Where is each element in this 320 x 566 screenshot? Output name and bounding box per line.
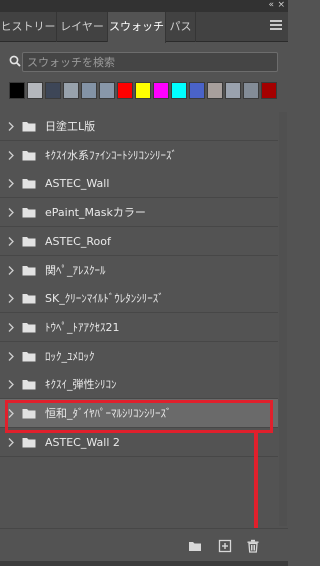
trash-icon[interactable] xyxy=(246,539,260,553)
tab-paths[interactable]: パス xyxy=(166,12,196,42)
tab-bar: ヒストリー レイヤー スウォッチ パス xyxy=(0,12,288,43)
color-swatch[interactable] xyxy=(117,82,133,99)
folder-label: ﾄｳﾍﾟ_ﾄｱｱｸｾｽ21 xyxy=(45,320,120,334)
color-swatch[interactable] xyxy=(99,82,115,99)
swatch-folder-row[interactable]: ASTEC_Roof xyxy=(0,226,278,256)
chevron-right-icon[interactable] xyxy=(7,207,15,218)
folder-label: ASTEC_Wall xyxy=(45,177,110,191)
search-icon xyxy=(9,55,21,67)
chevron-right-icon[interactable] xyxy=(7,379,15,390)
color-swatch[interactable] xyxy=(207,82,223,99)
folder-label: 日塗工L版 xyxy=(45,120,96,133)
highlight-connector xyxy=(254,433,258,531)
chevron-right-icon[interactable] xyxy=(7,178,15,189)
swatch-folder-row[interactable]: ASTEC_Wall xyxy=(0,169,278,199)
folder-icon xyxy=(22,236,36,247)
folder-label: ePaint_Maskカラー xyxy=(45,206,146,220)
chevron-right-icon[interactable] xyxy=(7,236,15,247)
folder-icon xyxy=(22,294,36,304)
folder-icon xyxy=(22,351,36,362)
panel-menu-icon[interactable] xyxy=(270,20,282,32)
bottom-toolbar xyxy=(0,528,288,561)
color-swatch[interactable] xyxy=(63,82,79,99)
swatch-folder-row[interactable]: ﾄｳﾍﾟ_ﾄｱｱｸｾｽ21 xyxy=(0,312,278,342)
swatch-folder-row[interactable]: ｷｸｽｲ_弾性ｼﾘｺﾝ xyxy=(0,370,278,400)
chevron-right-icon[interactable] xyxy=(7,437,15,448)
panel-resize-grip[interactable] xyxy=(0,561,288,566)
chevron-right-icon[interactable] xyxy=(7,293,15,304)
tab-layers[interactable]: レイヤー xyxy=(57,12,108,42)
swatch-folder-row[interactable]: ePaint_Maskカラー xyxy=(0,198,278,228)
search-input[interactable] xyxy=(22,52,278,72)
folder-icon xyxy=(22,322,36,333)
new-group-folder-icon[interactable] xyxy=(188,539,202,553)
folder-label: 関ﾍﾟ_ｱﾚｽｸｰﾙ xyxy=(45,263,106,277)
swatch-folder-list: 日塗工L版 ｷｸｽｲ水系ﾌｧｲﾝｺｰﾄｼﾘｺﾝｼﾘｰｽﾞ ASTEC_Wall ePa… xyxy=(0,112,278,526)
chevron-right-icon[interactable] xyxy=(7,121,15,132)
color-swatch[interactable] xyxy=(135,82,151,99)
folder-label: ｷｸｽｲ_弾性ｼﾘｺﾝ xyxy=(45,378,117,392)
folder-icon xyxy=(22,437,36,448)
folder-label: ﾛｯｸ_ﾕﾒﾛｯｸ xyxy=(45,349,95,363)
color-swatch[interactable] xyxy=(171,82,187,99)
highlight-selected-row xyxy=(5,400,273,433)
color-swatch[interactable] xyxy=(81,82,97,99)
color-swatch[interactable] xyxy=(153,82,169,99)
folder-icon xyxy=(22,208,36,218)
color-swatch[interactable] xyxy=(225,82,241,99)
chevron-right-icon[interactable] xyxy=(7,265,15,276)
folder-icon xyxy=(22,179,36,189)
folder-label: ASTEC_Roof xyxy=(45,234,111,248)
scrollbar[interactable] xyxy=(279,112,287,526)
folder-label: SK_ｸﾘｰﾝﾏｲﾙﾄﾞｳﾚﾀﾝｼﾘｰｽﾞ xyxy=(45,292,164,306)
swatch-folder-row[interactable]: SK_ｸﾘｰﾝﾏｲﾙﾄﾞｳﾚﾀﾝｼﾘｰｽﾞ xyxy=(0,284,278,314)
swatch-folder-row[interactable]: 関ﾍﾟ_ｱﾚｽｸｰﾙ xyxy=(0,255,278,285)
swatch-folder-row[interactable]: ｷｸｽｲ水系ﾌｧｲﾝｺｰﾄｼﾘｺﾝｼﾘｰｽﾞ xyxy=(0,140,278,170)
tab-history[interactable]: ヒストリー xyxy=(0,12,57,42)
folder-icon xyxy=(22,380,36,390)
close-icon[interactable]: × xyxy=(277,0,285,12)
folder-icon xyxy=(22,150,36,161)
color-swatch[interactable] xyxy=(27,82,43,99)
color-swatch[interactable] xyxy=(45,82,61,99)
swatch-folder-row[interactable]: ﾛｯｸ_ﾕﾒﾛｯｸ xyxy=(0,341,278,371)
new-swatch-icon[interactable] xyxy=(218,539,232,553)
color-swatch[interactable] xyxy=(9,82,25,99)
folder-label: ｷｸｽｲ水系ﾌｧｲﾝｺｰﾄｼﾘｺﾝｼﾘｰｽﾞ xyxy=(45,148,177,162)
panel-top-strip: « × xyxy=(0,0,288,12)
chevron-right-icon[interactable] xyxy=(7,351,15,362)
folder-icon xyxy=(22,265,36,275)
swatch-folder-row[interactable]: 日塗工L版 xyxy=(0,112,278,141)
color-swatch[interactable] xyxy=(261,82,277,99)
chevron-right-icon[interactable] xyxy=(7,150,15,161)
collapse-icon[interactable]: « xyxy=(268,0,273,12)
tab-swatches[interactable]: スウォッチ xyxy=(108,12,166,43)
color-swatch[interactable] xyxy=(189,82,205,99)
folder-icon xyxy=(22,122,36,132)
color-swatch[interactable] xyxy=(243,82,259,99)
chevron-right-icon[interactable] xyxy=(7,322,15,333)
